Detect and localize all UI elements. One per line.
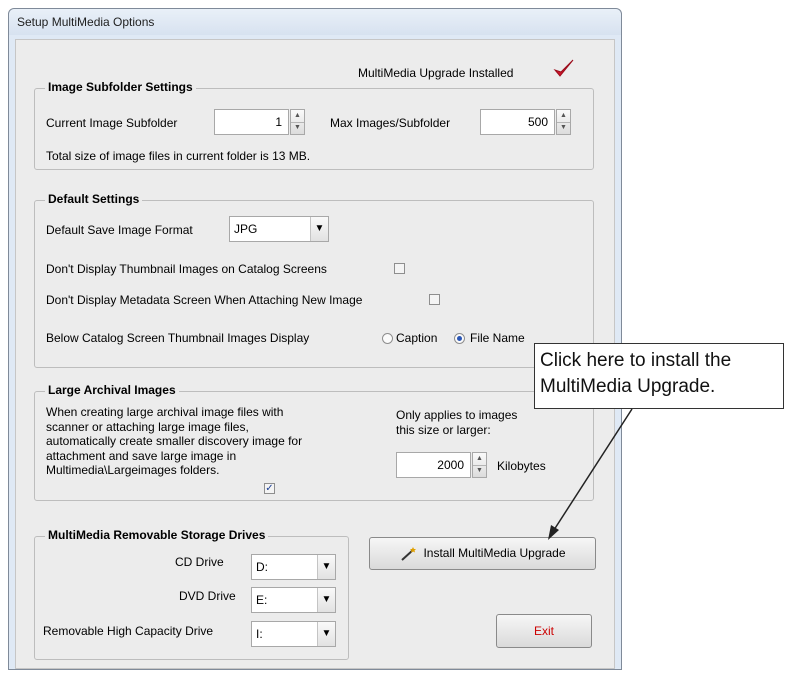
removable-drives-legend: MultiMedia Removable Storage Drives	[45, 528, 269, 542]
desc-line: scanner or attaching large image files,	[46, 419, 249, 434]
no-metadata-checkbox[interactable]	[429, 294, 440, 305]
dropdown-arrow-icon[interactable]: ▼	[317, 622, 335, 646]
install-callout: Click here to install the MultiMedia Upg…	[534, 343, 784, 409]
max-images-input[interactable]: 500	[480, 109, 555, 135]
applies-line: Only applies to images	[396, 408, 518, 422]
spin-down-icon[interactable]: ▼	[473, 465, 486, 477]
magic-wand-icon	[401, 546, 417, 561]
save-format-value: JPG	[234, 222, 258, 236]
install-upgrade-button[interactable]: Install MultiMedia Upgrade	[369, 537, 596, 570]
caption-radio[interactable]	[382, 333, 393, 344]
dvd-drive-label: DVD Drive	[179, 589, 236, 603]
no-metadata-label: Don't Display Metadata Screen When Attac…	[46, 293, 363, 307]
size-unit-label: Kilobytes	[497, 459, 546, 473]
removable-hc-value: I:	[256, 627, 263, 641]
archival-size-input[interactable]: 2000	[396, 452, 471, 478]
callout-line: Click here to install the	[540, 350, 732, 371]
removable-hc-select[interactable]: I: ▼	[251, 621, 336, 647]
image-subfolder-legend: Image Subfolder Settings	[45, 80, 196, 94]
save-format-select[interactable]: JPG ▼	[229, 216, 329, 242]
upgrade-status-label: MultiMedia Upgrade Installed	[358, 66, 514, 80]
cd-drive-select[interactable]: D: ▼	[251, 554, 336, 580]
save-format-label: Default Save Image Format	[46, 223, 193, 237]
max-images-label: Max Images/Subfolder	[330, 116, 451, 130]
applies-text: Only applies to images this size or larg…	[396, 408, 517, 437]
cd-drive-label: CD Drive	[175, 555, 224, 569]
install-upgrade-label: Install MultiMedia Upgrade	[423, 546, 566, 560]
current-subfolder-input[interactable]: 1	[214, 109, 289, 135]
dropdown-arrow-icon[interactable]: ▼	[317, 588, 335, 612]
spin-down-icon[interactable]: ▼	[557, 122, 570, 134]
red-checkmark-icon	[553, 59, 574, 77]
folder-size-text: Total size of image files in current fol…	[46, 149, 311, 163]
dvd-drive-value: E:	[256, 593, 268, 607]
desc-line: Multimedia\Largeimages folders.	[46, 463, 220, 477]
large-archival-checkbox[interactable]: ✓	[264, 483, 275, 494]
filename-radio[interactable]	[454, 333, 465, 344]
large-archival-legend: Large Archival Images	[45, 383, 179, 397]
desc-line: automatically create smaller discovery i…	[46, 434, 303, 448]
desc-line: When creating large archival image files…	[46, 405, 284, 419]
large-archival-description: When creating large archival image files…	[46, 405, 302, 478]
callout-line: MultiMedia Upgrade.	[540, 376, 716, 397]
spin-down-icon[interactable]: ▼	[291, 122, 304, 134]
exit-button[interactable]: Exit	[496, 614, 592, 648]
no-thumbnails-label: Don't Display Thumbnail Images on Catalo…	[46, 262, 327, 276]
dropdown-arrow-icon[interactable]: ▼	[317, 555, 335, 579]
dvd-drive-select[interactable]: E: ▼	[251, 587, 336, 613]
removable-hc-label: Removable High Capacity Drive	[43, 624, 214, 638]
caption-radio-label: Caption	[396, 331, 438, 345]
applies-line: this size or larger:	[396, 422, 491, 437]
max-images-spinner[interactable]: ▲ ▼	[556, 109, 571, 135]
desc-line: attachment and save large image in	[46, 448, 237, 463]
dropdown-arrow-icon[interactable]: ▼	[310, 217, 328, 241]
below-catalog-label: Below Catalog Screen Thumbnail Images Di…	[46, 331, 310, 345]
current-subfolder-spinner[interactable]: ▲ ▼	[290, 109, 305, 135]
no-thumbnails-checkbox[interactable]	[394, 263, 405, 274]
window-title: Setup MultiMedia Options	[9, 9, 621, 35]
archival-size-spinner[interactable]: ▲ ▼	[472, 452, 487, 478]
default-settings-legend: Default Settings	[45, 192, 143, 206]
current-subfolder-label: Current Image Subfolder	[46, 116, 178, 130]
cd-drive-value: D:	[256, 560, 268, 574]
filename-radio-label: File Name	[470, 331, 525, 345]
